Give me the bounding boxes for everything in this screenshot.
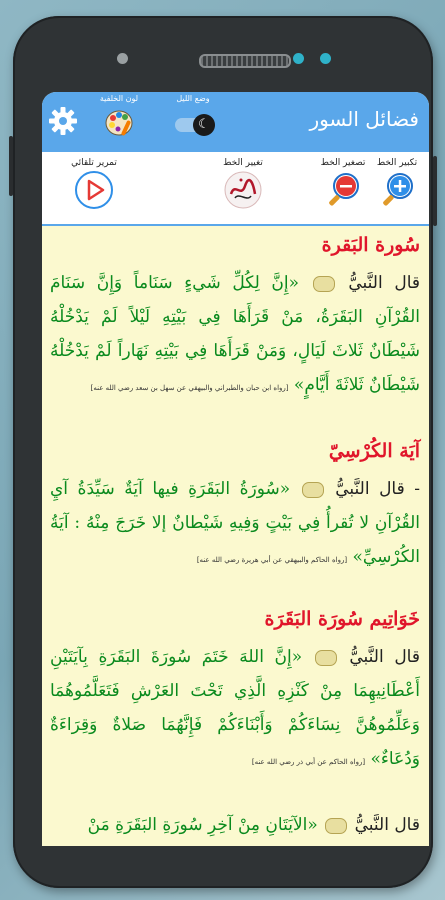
section-title: خَوَاتِيم سُورَة البَقَرَة: [264, 608, 420, 630]
hadith-source: [رواه الحاكم عن أبي ذر رضي الله عنه]: [251, 758, 366, 766]
section-body: قال النَّبيُّ «إِنَّ لِكُلِّ شَيءٍ سَنَا…: [50, 266, 420, 405]
section-body: قال النَّبيُّ «الآيَتَانِ مِنْ آخِرِ سُو…: [50, 808, 420, 842]
section-title: آيَة الكُرْسِيّ: [328, 440, 420, 462]
night-mode-label: وضع الليل: [176, 94, 210, 103]
play-icon: [72, 171, 116, 216]
salutation-icon: [314, 649, 337, 666]
app-screen: لون الخلفية وضع الليل ☾ فضائل السور تكبي…: [42, 92, 429, 846]
zoom-out-button[interactable]: تصغير الخط: [317, 158, 369, 218]
salutation-icon: [301, 481, 324, 498]
salutation-icon: [312, 275, 335, 292]
night-mode-control[interactable]: وضع الليل ☾: [162, 94, 224, 146]
hadith-source: [رواه ابن حبان والطبراني والبيهقي عن سهل…: [90, 384, 289, 392]
palette-icon: [104, 106, 136, 142]
zoom-in-icon: [374, 173, 420, 218]
hadith-lead: قال النَّبيُّ: [354, 815, 420, 835]
power-button: [433, 156, 437, 226]
zoom-out-icon: [320, 173, 366, 218]
section-body: - قال النَّبيُّ «سُورَةُ البَقَرَةِ فيها…: [50, 472, 420, 577]
zoom-in-label: تكبير الخط: [376, 158, 418, 168]
gear-icon[interactable]: [48, 106, 78, 136]
section-title: سُورة البَقرة: [321, 234, 420, 256]
camera-dot: [117, 53, 128, 64]
hadith-text: «الآيَتَانِ مِنْ آخِرِ سُورَةِ البَقَرَة…: [87, 815, 318, 835]
auto-scroll-button[interactable]: تمرير تلقائي: [59, 158, 129, 216]
app-title: فضائل السور: [309, 107, 419, 131]
change-font-button[interactable]: تغيير الخط: [215, 158, 271, 216]
background-color-label: لون الخلفية: [99, 94, 139, 103]
hadith-lead: قال النَّبيُّ: [349, 647, 420, 667]
change-font-label: تغيير الخط: [223, 158, 263, 168]
sensor-dot: [293, 53, 304, 64]
night-mode-toggle[interactable]: ☾: [175, 114, 215, 136]
app-bar: لون الخلفية وضع الليل ☾ فضائل السور: [42, 92, 429, 152]
front-camera: [320, 53, 331, 64]
background-color-button[interactable]: لون الخلفية: [88, 94, 150, 146]
zoom-out-label: تصغير الخط: [320, 158, 366, 168]
section-body: قال النَّبيُّ «إِنَّ اللهَ خَتَمَ سُورَة…: [50, 640, 420, 779]
volume-button: [9, 136, 13, 196]
toolbar: تكبير الخط تصغير الخط تغيير الخط تمرير ت…: [42, 152, 429, 226]
salutation-icon: [325, 817, 348, 834]
hadith-lead: قال النَّبيُّ: [348, 273, 420, 293]
hadith-source: [رواه الحاكم والبيهقي عن أبي هريرة رضي ا…: [196, 556, 348, 564]
zoom-in-button[interactable]: تكبير الخط: [371, 158, 423, 218]
phone-frame: لون الخلفية وضع الليل ☾ فضائل السور تكبي…: [9, 16, 437, 888]
reading-content[interactable]: سُورة البَقرة قال النَّبيُّ «إِنَّ لِكُل…: [42, 226, 429, 846]
moon-icon: ☾: [193, 114, 215, 136]
calligraphy-font-icon: [221, 171, 265, 216]
hadith-lead: - قال النَّبيُّ: [335, 479, 420, 499]
auto-scroll-label: تمرير تلقائي: [71, 158, 117, 168]
speaker-grille: [199, 54, 291, 68]
